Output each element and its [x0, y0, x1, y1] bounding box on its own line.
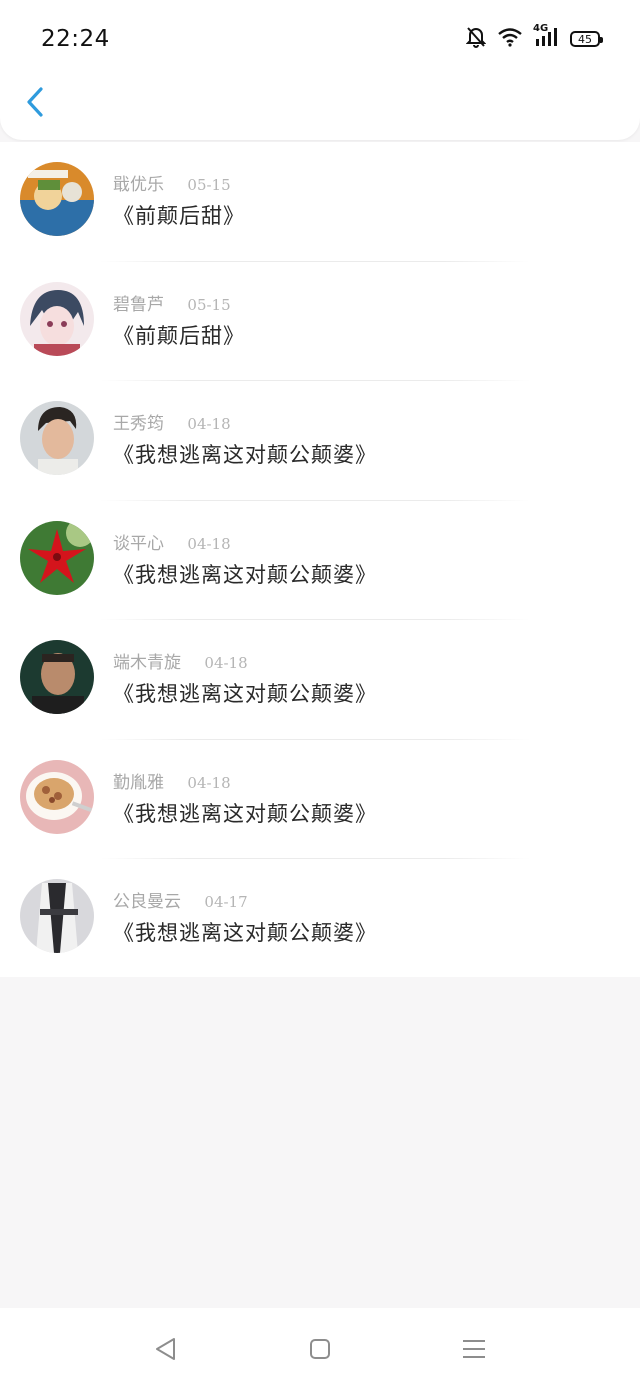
comment-text: 《我想逃离这对颠公颠婆》: [113, 443, 377, 467]
avatar[interactable]: [20, 759, 94, 834]
username: 碧鲁芦: [113, 294, 164, 315]
status-time: 22:24: [41, 26, 110, 52]
username: 王秀筠: [113, 414, 164, 434]
list-item[interactable]: 王秀筠 04-18 《我想逃离这对颠公颠婆》: [0, 381, 640, 501]
comment-date: 05-15: [187, 176, 231, 194]
comment-text: 《我想逃离这对颠公颠婆》: [113, 801, 377, 826]
comment-date: 04-17: [204, 893, 248, 911]
home-square-icon[interactable]: [307, 1336, 333, 1362]
avatar[interactable]: [20, 640, 94, 714]
comment-date: 04-18: [204, 654, 248, 672]
username: 谈平心: [113, 533, 164, 554]
list-item[interactable]: 端木青旋 04-18 《我想逃离这对颠公颠婆》: [0, 620, 640, 740]
comment-text: 《我想逃离这对颠公颠婆》: [113, 921, 377, 945]
system-nav-bar: [0, 1308, 640, 1387]
status-icons: 4G 45: [454, 23, 603, 52]
username: 公良曼云: [113, 892, 181, 912]
comment-text: 《我想逃离这对颠公颠婆》: [113, 682, 377, 706]
comment-text: 《我想逃离这对颠公颠婆》: [113, 562, 377, 587]
avatar[interactable]: [20, 162, 94, 236]
list-item[interactable]: 勤胤雅 04-18 《我想逃离这对颠公颠婆》: [0, 740, 640, 859]
network-label: 4G: [533, 23, 549, 34]
username: 戢优乐: [113, 175, 164, 195]
comment-date: 04-18: [187, 773, 231, 792]
list-item[interactable]: 戢优乐 05-15 《前颠后甜》: [0, 142, 640, 262]
back-triangle-icon[interactable]: [153, 1336, 179, 1362]
comment-date: 04-18: [187, 534, 231, 553]
avatar[interactable]: [20, 520, 94, 595]
list-item[interactable]: 碧鲁芦 05-15 《前颠后甜》: [0, 262, 640, 381]
battery-level: 45: [578, 32, 592, 46]
avatar[interactable]: [20, 879, 94, 953]
list-item[interactable]: 公良曼云 04-17 《我想逃离这对颠公颠婆》: [0, 859, 640, 979]
bell-off-icon: [465, 26, 487, 52]
menu-lines-icon[interactable]: [461, 1336, 487, 1362]
top-bar: 22:24 4G 45: [0, 0, 640, 140]
username: 勤胤雅: [113, 772, 164, 793]
avatar[interactable]: [20, 281, 94, 356]
signal-icon: 4G: [533, 23, 558, 51]
comment-text: 《前颠后甜》: [113, 204, 245, 228]
avatar[interactable]: [20, 401, 94, 475]
username: 端木青旋: [113, 653, 181, 673]
chevron-left-icon: [25, 86, 45, 122]
comment-date: 05-15: [187, 295, 231, 314]
comment-text: 《前颠后甜》: [113, 323, 245, 348]
back-button[interactable]: [20, 86, 50, 122]
comment-date: 04-18: [187, 415, 231, 433]
list-item[interactable]: 谈平心 04-18 《我想逃离这对颠公颠婆》: [0, 501, 640, 620]
comment-list: 戢优乐 05-15 《前颠后甜》 碧鲁芦 05-15 《前颠后甜》 王秀筠 04…: [0, 142, 640, 977]
battery-icon: 45: [570, 31, 603, 47]
wifi-icon: [498, 27, 522, 51]
